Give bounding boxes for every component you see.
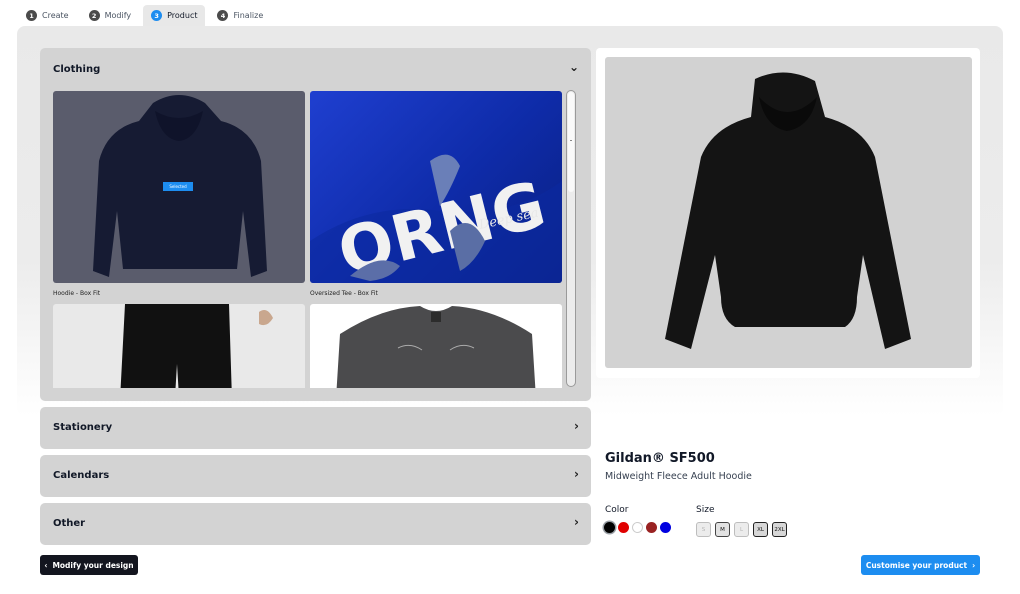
chevron-down-icon[interactable]: ⌄ xyxy=(569,60,579,74)
step-product[interactable]: 3 Product xyxy=(143,5,206,26)
category-title[interactable]: Clothing xyxy=(53,64,100,75)
product-grid: Selected Hoodie - Box Fit ORNG Deep sea … xyxy=(53,91,563,388)
scrollbar-grip xyxy=(570,140,572,141)
hoodie-black-preview xyxy=(665,72,911,349)
product-image xyxy=(310,304,562,388)
color-label: Color xyxy=(605,505,629,515)
color-swatch-maroon[interactable] xyxy=(646,522,657,533)
product-image xyxy=(53,304,305,388)
product-preview-image xyxy=(605,57,972,368)
step-number: 2 xyxy=(88,10,100,21)
product-name: Gildan® SF500 xyxy=(605,451,715,466)
pants-black-image xyxy=(120,304,273,388)
button-label: Modify your design xyxy=(52,560,134,570)
size-label: Size xyxy=(696,505,715,515)
product-image: ORNG Deep sea xyxy=(310,91,562,283)
step-label: Finalize xyxy=(233,11,264,20)
category-stationery[interactable]: Stationery › xyxy=(40,407,591,449)
step-finalize[interactable]: 4 Finalize xyxy=(209,5,271,26)
step-label: Create xyxy=(42,11,69,20)
color-swatches xyxy=(604,522,671,533)
selected-badge: Selected xyxy=(163,182,193,191)
size-option-s[interactable]: S xyxy=(696,522,711,537)
chevron-right-icon: › xyxy=(574,467,579,481)
color-swatch-white[interactable] xyxy=(632,522,643,533)
category-calendars[interactable]: Calendars › xyxy=(40,455,591,497)
sweatshirt-gray-image xyxy=(336,306,536,388)
product-description: Midweight Fleece Adult Hoodie xyxy=(605,471,752,482)
chevron-right-icon: › xyxy=(574,419,579,433)
step-number: 4 xyxy=(217,10,229,21)
step-label: Product xyxy=(167,11,198,20)
category-other[interactable]: Other › xyxy=(40,503,591,545)
step-modify[interactable]: 2 Modify xyxy=(81,5,140,26)
product-card-sweatshirt[interactable] xyxy=(310,304,562,388)
size-options: S M L XL 2XL xyxy=(696,522,787,537)
step-create[interactable]: 1 Create xyxy=(18,5,77,26)
customise-product-button[interactable]: Customise your product › xyxy=(861,555,980,575)
size-option-xl[interactable]: XL xyxy=(753,522,768,537)
chevron-left-icon: ‹ xyxy=(44,560,48,570)
chevron-right-icon: › xyxy=(574,515,579,529)
modify-design-button[interactable]: ‹ Modify your design xyxy=(40,555,138,575)
category-title: Stationery xyxy=(53,422,113,433)
scrollbar[interactable] xyxy=(566,90,576,387)
product-caption: Oversized Tee - Box Fit xyxy=(310,290,378,297)
color-swatch-blue[interactable] xyxy=(660,522,671,533)
product-card-pants[interactable] xyxy=(53,304,305,388)
step-number: 3 xyxy=(151,10,163,21)
color-swatch-red[interactable] xyxy=(618,522,629,533)
product-caption: Hoodie - Box Fit xyxy=(53,290,101,297)
step-tabs: 1 Create 2 Modify 3 Product 4 Finalize xyxy=(18,5,271,26)
step-number: 1 xyxy=(26,10,37,21)
tee-blue-image: ORNG Deep sea xyxy=(310,154,562,283)
size-option-m[interactable]: M xyxy=(715,522,730,537)
product-card-tee[interactable]: ORNG Deep sea Oversized Tee - Box Fit xyxy=(310,91,562,297)
category-title: Other xyxy=(53,518,86,529)
color-swatch-black[interactable] xyxy=(604,522,615,533)
product-card-hoodie[interactable]: Selected Hoodie - Box Fit xyxy=(53,91,305,297)
size-option-2xl[interactable]: 2XL xyxy=(772,522,787,537)
size-option-l[interactable]: L xyxy=(734,522,749,537)
scrollbar-thumb[interactable] xyxy=(568,92,574,192)
button-label: Customise your product xyxy=(865,560,968,570)
category-clothing: Clothing ⌄ Selected Hoodie - Box Fit ORN… xyxy=(40,48,591,401)
chevron-right-icon: › xyxy=(972,560,976,570)
step-label: Modify xyxy=(104,11,132,20)
category-title: Calendars xyxy=(53,470,110,481)
product-image: Selected xyxy=(53,91,305,283)
